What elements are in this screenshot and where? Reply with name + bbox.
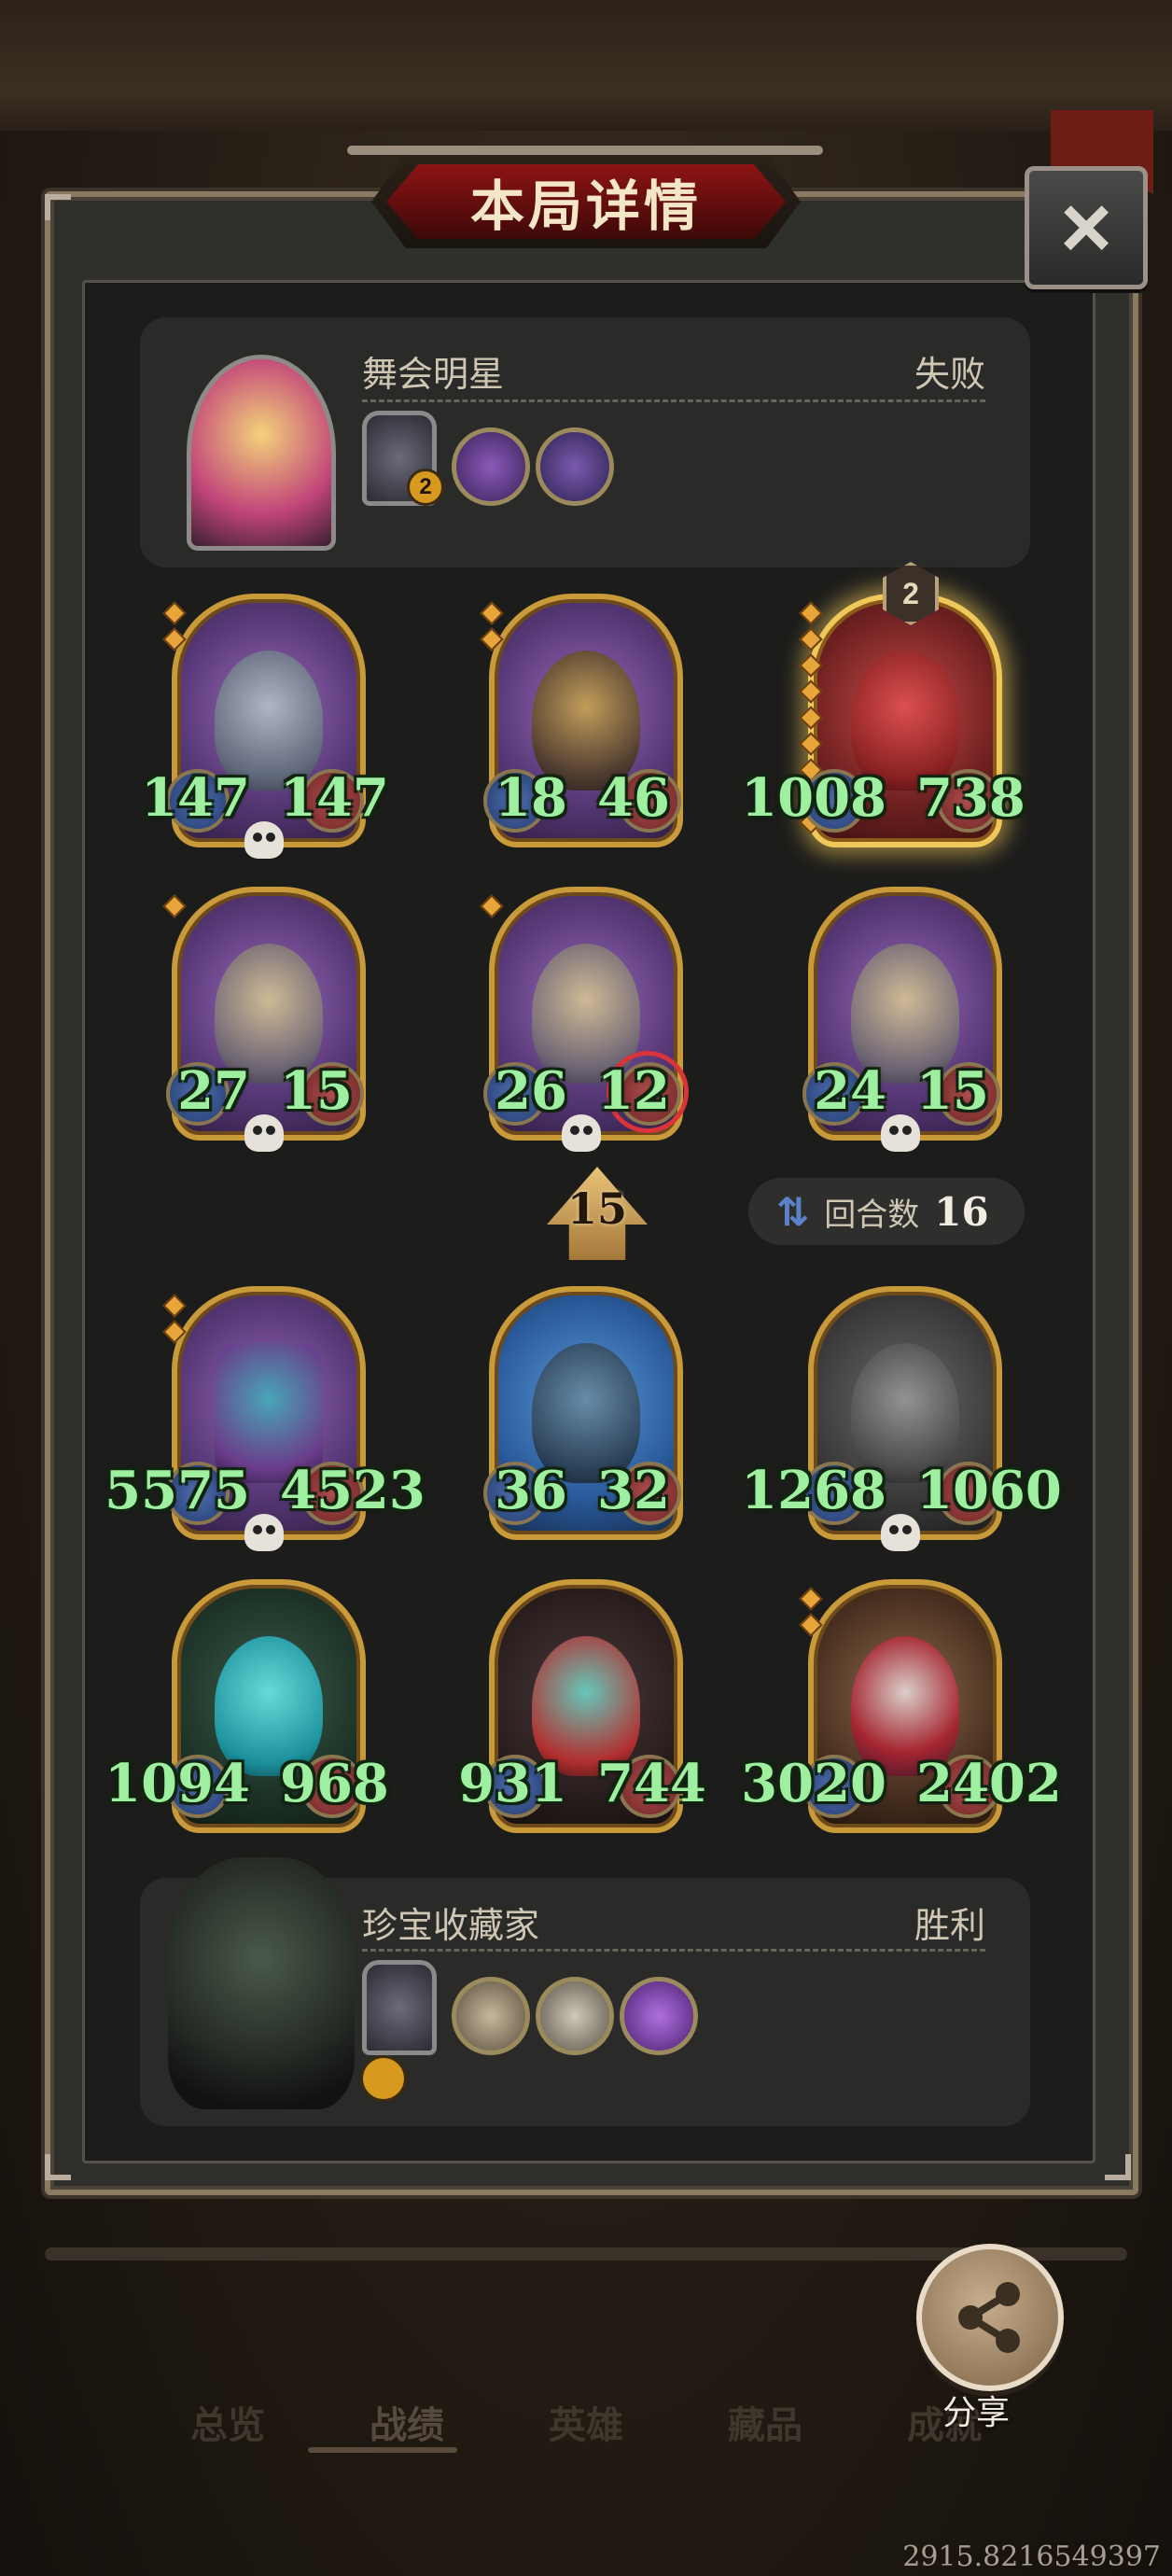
share-label: 分享 <box>942 2393 1011 2431</box>
tier-indicator-value: 15 <box>566 1183 627 1234</box>
star-pips <box>480 601 504 657</box>
health-value: 32 <box>597 1460 670 1521</box>
attack-value: 26 <box>495 1060 567 1122</box>
attack-value: 1268 <box>741 1460 886 1521</box>
share-button[interactable] <box>916 2244 1064 2391</box>
round-value: 16 <box>934 1188 989 1235</box>
corner-ornament <box>1097 2147 1138 2188</box>
player-minion-5[interactable]: 931 744 <box>458 1579 706 1833</box>
star-pips <box>162 601 187 657</box>
player-minion-4[interactable]: 1094 968 <box>105 1579 389 1833</box>
close-button[interactable]: × <box>1025 166 1148 289</box>
nav-heroes[interactable]: 英雄 <box>496 2352 676 2483</box>
player-hero-avatar[interactable] <box>168 1857 355 2109</box>
attack-value: 1008 <box>741 767 886 829</box>
player-minion-2[interactable]: 36 32 <box>483 1286 683 1540</box>
opponent-minion-4[interactable]: 27 15 <box>162 887 366 1152</box>
health-value: 738 <box>916 767 1026 829</box>
trinket-icon[interactable] <box>452 1977 530 2055</box>
background-wood <box>0 0 1172 131</box>
divider <box>362 1949 985 1952</box>
opponent-minion-5[interactable]: 26 12 <box>480 887 689 1152</box>
player-result: 胜利 <box>914 1907 985 1946</box>
share-icon <box>958 2282 1020 2353</box>
opponent-minion-3[interactable]: 2 1008 738 <box>741 562 1026 847</box>
player-panel: 珍宝收藏家 胜利 <box>140 1857 1030 2126</box>
player-minion-1[interactable]: 5575 4523 <box>105 1286 426 1551</box>
player-minion-6[interactable]: 3020 2402 <box>741 1579 1062 1833</box>
skull-icon <box>881 1114 920 1152</box>
attack-value: 5575 <box>105 1460 250 1521</box>
health-value: 147 <box>280 767 389 829</box>
nav-overview[interactable]: 总览 <box>138 2352 317 2483</box>
nav-records[interactable]: 战绩 <box>317 2352 496 2483</box>
attack-value: 18 <box>495 767 567 829</box>
attack-value: 24 <box>814 1060 886 1122</box>
round-counter: ⇅ 回合数 16 <box>748 1178 1025 1245</box>
close-icon: × <box>1059 177 1113 277</box>
attack-value: 931 <box>458 1753 567 1814</box>
swap-icon: ⇅ <box>776 1189 810 1234</box>
attack-value: 27 <box>177 1060 250 1122</box>
opponent-name: 舞会明星 <box>362 356 505 395</box>
opponent-minion-6[interactable]: 24 15 <box>802 887 1002 1152</box>
gift-box-icon[interactable] <box>452 427 530 506</box>
health-value: 46 <box>597 767 670 829</box>
hero-power-badge: 2 <box>407 469 444 506</box>
divider <box>362 399 985 402</box>
health-value: 2402 <box>916 1753 1062 1814</box>
hero-power-icon[interactable] <box>362 1960 437 2055</box>
health-value: 744 <box>597 1753 706 1814</box>
star-pips <box>799 1587 823 1643</box>
skull-icon <box>244 821 284 859</box>
skull-icon <box>562 1114 601 1152</box>
health-value: 15 <box>916 1060 989 1122</box>
drag-handle[interactable] <box>347 146 823 155</box>
nav-collection[interactable]: 藏品 <box>676 2352 855 2483</box>
opponent-minion-2[interactable]: 18 46 <box>480 594 683 847</box>
skull-icon <box>244 1514 284 1551</box>
page-title: 本局详情 <box>386 164 786 239</box>
health-value: 968 <box>280 1753 389 1814</box>
opponent-hero-avatar[interactable] <box>187 355 336 551</box>
health-value: 15 <box>280 1060 353 1122</box>
nav-active-indicator <box>308 2447 457 2453</box>
trinket-icon[interactable] <box>536 1977 614 2055</box>
player-name: 珍宝收藏家 <box>362 1907 540 1946</box>
star-pips <box>480 894 504 924</box>
opponent-result: 失败 <box>914 356 985 395</box>
attack-value: 3020 <box>741 1753 886 1814</box>
health-value: 12 <box>597 1060 670 1122</box>
spellbook-icon[interactable] <box>536 427 614 506</box>
round-label: 回合数 <box>824 1197 920 1233</box>
attack-value: 36 <box>495 1460 567 1521</box>
opponent-panel: 舞会明星 失败 2 <box>140 317 1030 567</box>
star-pips <box>162 894 187 924</box>
corner-ornament <box>37 2147 78 2188</box>
attack-value: 147 <box>141 767 250 829</box>
health-value: 1060 <box>916 1460 1062 1521</box>
skull-icon <box>881 1514 920 1551</box>
orb-icon[interactable] <box>620 1977 698 2055</box>
corner-ornament <box>37 187 78 228</box>
opponent-minion-1[interactable]: 147 147 <box>141 594 389 859</box>
hero-badge-icon <box>360 2055 407 2102</box>
star-pips <box>162 1294 187 1350</box>
skull-icon <box>244 1114 284 1152</box>
coordinate-readout: 2915.8216549397 <box>902 2541 1161 2573</box>
player-minion-3[interactable]: 1268 1060 <box>741 1286 1062 1551</box>
attack-value: 1094 <box>105 1753 250 1814</box>
health-value: 4523 <box>280 1460 426 1521</box>
